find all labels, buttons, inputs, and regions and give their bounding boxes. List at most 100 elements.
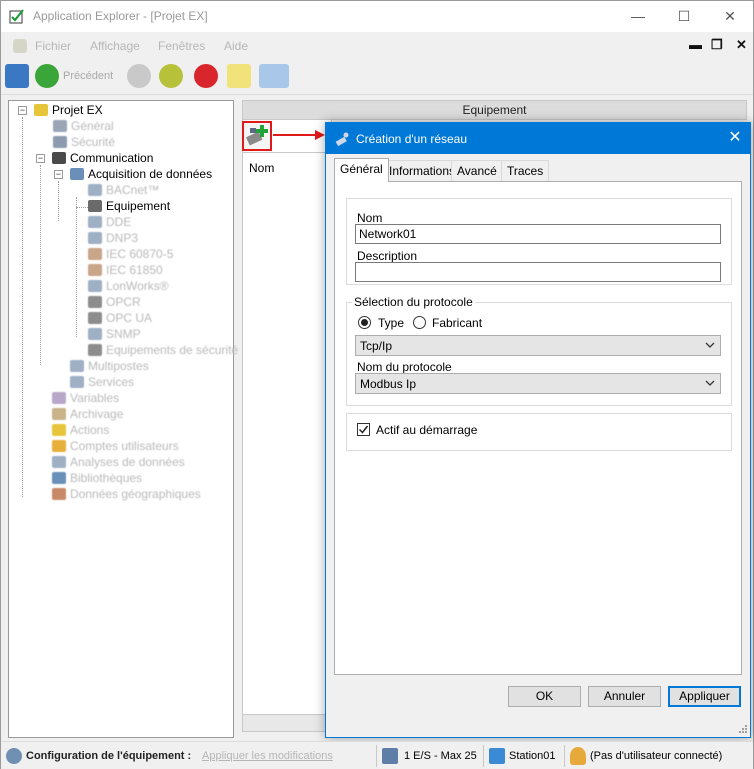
protocol-group-label: Sélection du protocole	[352, 295, 475, 309]
tree-node-protocol[interactable]: Equipements de sécurité	[88, 342, 238, 358]
stop-icon[interactable]	[127, 64, 151, 88]
protocol-icon	[88, 232, 102, 244]
tree-node-bottom[interactable]: Variables	[52, 390, 119, 406]
apply-button[interactable]: Appliquer	[668, 686, 741, 707]
tab-avance[interactable]: Avancé	[451, 160, 503, 181]
tree-node-protocol[interactable]: SNMP	[88, 326, 141, 342]
menu-fenetres[interactable]: Fenêtres	[158, 39, 205, 53]
type-radio[interactable]	[358, 316, 371, 329]
tree-node-protocol[interactable]: OPCR	[88, 294, 141, 310]
type-radio-label[interactable]: Type	[378, 316, 404, 330]
mdi-close-button[interactable]: ✕	[736, 37, 747, 53]
previous-label[interactable]: Précédent	[63, 70, 113, 82]
tab-informations[interactable]: Informations	[383, 160, 462, 181]
minimize-button[interactable]: —	[615, 1, 661, 32]
name-input[interactable]: Network01	[355, 224, 721, 244]
tree-node-multipostes[interactable]: Multipostes	[70, 358, 149, 374]
equipment-panel-header: Equipement	[242, 100, 747, 120]
protocol-icon	[88, 296, 102, 308]
fabricant-radio[interactable]	[413, 316, 426, 329]
protocol-icon	[88, 312, 102, 324]
tree-node-root[interactable]: Projet EX	[34, 102, 103, 118]
refresh-icon[interactable]	[159, 64, 183, 88]
column-header-nom[interactable]: Nom	[249, 161, 274, 175]
tab-traces[interactable]: Traces	[501, 160, 550, 181]
active-on-start-label[interactable]: Actif au démarrage	[376, 423, 477, 437]
tree-node-protocol[interactable]: IEC 61850	[88, 262, 163, 278]
add-network-button[interactable]	[242, 121, 272, 151]
config-label: Configuration de l'équipement :	[26, 750, 192, 762]
close-window-button[interactable]: ✕	[707, 1, 753, 32]
tree-node-protocol[interactable]: DDE	[88, 214, 131, 230]
ok-button[interactable]: OK	[508, 686, 581, 707]
horizontal-scrollbar[interactable]	[242, 714, 332, 732]
menu-fichier[interactable]: Fichier	[35, 39, 71, 53]
description-input[interactable]	[355, 262, 721, 282]
tree-line	[76, 197, 77, 337]
resize-grip-icon[interactable]	[738, 724, 748, 734]
network-icon	[88, 184, 102, 196]
tree-node-bottom[interactable]: Comptes utilisateurs	[52, 438, 179, 454]
protocol-name-label: Nom du protocole	[357, 360, 452, 374]
status-bar: Configuration de l'équipement : Applique…	[1, 741, 753, 769]
fabricant-radio-label[interactable]: Fabricant	[432, 316, 482, 330]
services-icon	[70, 376, 84, 388]
name-label: Nom	[357, 211, 383, 225]
red-arrow-icon	[273, 130, 325, 140]
checkmark-icon	[358, 425, 369, 434]
protocol-icon	[88, 248, 102, 260]
create-network-dialog: Création d'un réseau ✕ Général Informati…	[325, 122, 751, 738]
tree-node-bottom[interactable]: Bibliothèques	[52, 470, 142, 486]
tree-node-protocol[interactable]: OPC UA	[88, 310, 152, 326]
type-combo[interactable]: Tcp/Ip	[355, 335, 721, 356]
menu-aide[interactable]: Aide	[224, 39, 248, 53]
tree-node-protocol[interactable]: LonWorks®	[88, 278, 169, 294]
cancel-icon[interactable]	[194, 64, 218, 88]
users-icon	[52, 440, 66, 452]
cancel-button[interactable]: Annuler	[588, 686, 661, 707]
tree-node-bottom[interactable]: Données géographiques	[52, 486, 201, 502]
tree-line	[40, 165, 41, 365]
tree-node-services[interactable]: Services	[70, 374, 134, 390]
tree-node-protocol[interactable]: IEC 60870-5	[88, 246, 173, 262]
equipment-panel	[242, 120, 332, 732]
type-combo-value: Tcp/Ip	[360, 339, 393, 353]
tree-node-bacnet[interactable]: BACnet™	[88, 182, 159, 198]
protocol-icon	[88, 264, 102, 276]
mdi-minimize-button[interactable]: ▬	[689, 37, 702, 52]
tree-collapse-toggle[interactable]: −	[18, 106, 27, 115]
back-icon[interactable]	[35, 64, 59, 88]
dialog-close-button[interactable]: ✕	[720, 123, 750, 154]
tab-general[interactable]: Général	[334, 158, 389, 182]
tree-line	[58, 181, 59, 221]
settings-icon	[53, 120, 67, 132]
tree-node-general[interactable]: Général	[53, 118, 114, 134]
protocol-combo[interactable]: Modbus Ip	[355, 373, 721, 394]
save-icon[interactable]	[5, 64, 29, 88]
tree-node-protocol[interactable]: DNP3	[88, 230, 138, 246]
tree-node-bottom[interactable]: Actions	[52, 422, 109, 438]
menu-app-icon	[13, 39, 27, 53]
tree-node-equipement[interactable]: Equipement	[88, 198, 170, 214]
apply-changes-link[interactable]: Appliquer les modifications	[202, 750, 333, 762]
protocol-icon	[88, 344, 102, 356]
toolbar: Précédent	[1, 59, 753, 95]
dialog-title: Création d'un réseau	[356, 132, 468, 146]
tree-node-bottom[interactable]: Archivage	[52, 406, 123, 422]
chevron-down-icon	[705, 380, 715, 386]
active-on-start-checkbox[interactable]	[357, 423, 370, 436]
user-icon	[570, 747, 586, 765]
folder-icon[interactable]	[227, 64, 251, 88]
menu-affichage[interactable]: Affichage	[90, 39, 140, 53]
mdi-restore-button[interactable]: ❐	[711, 37, 723, 53]
protocol-icon	[88, 216, 102, 228]
tree-node-communication[interactable]: Communication	[52, 150, 153, 166]
maximize-button[interactable]: ☐	[661, 1, 707, 32]
tree-collapse-toggle[interactable]: −	[36, 154, 45, 163]
tree-collapse-toggle[interactable]: −	[54, 170, 63, 179]
library-icon	[52, 472, 66, 484]
tree-node-acquisition[interactable]: Acquisition de données	[70, 166, 212, 182]
window-icon[interactable]	[259, 64, 289, 88]
tree-node-security[interactable]: Sécurité	[53, 134, 115, 150]
tree-node-bottom[interactable]: Analyses de données	[52, 454, 185, 470]
